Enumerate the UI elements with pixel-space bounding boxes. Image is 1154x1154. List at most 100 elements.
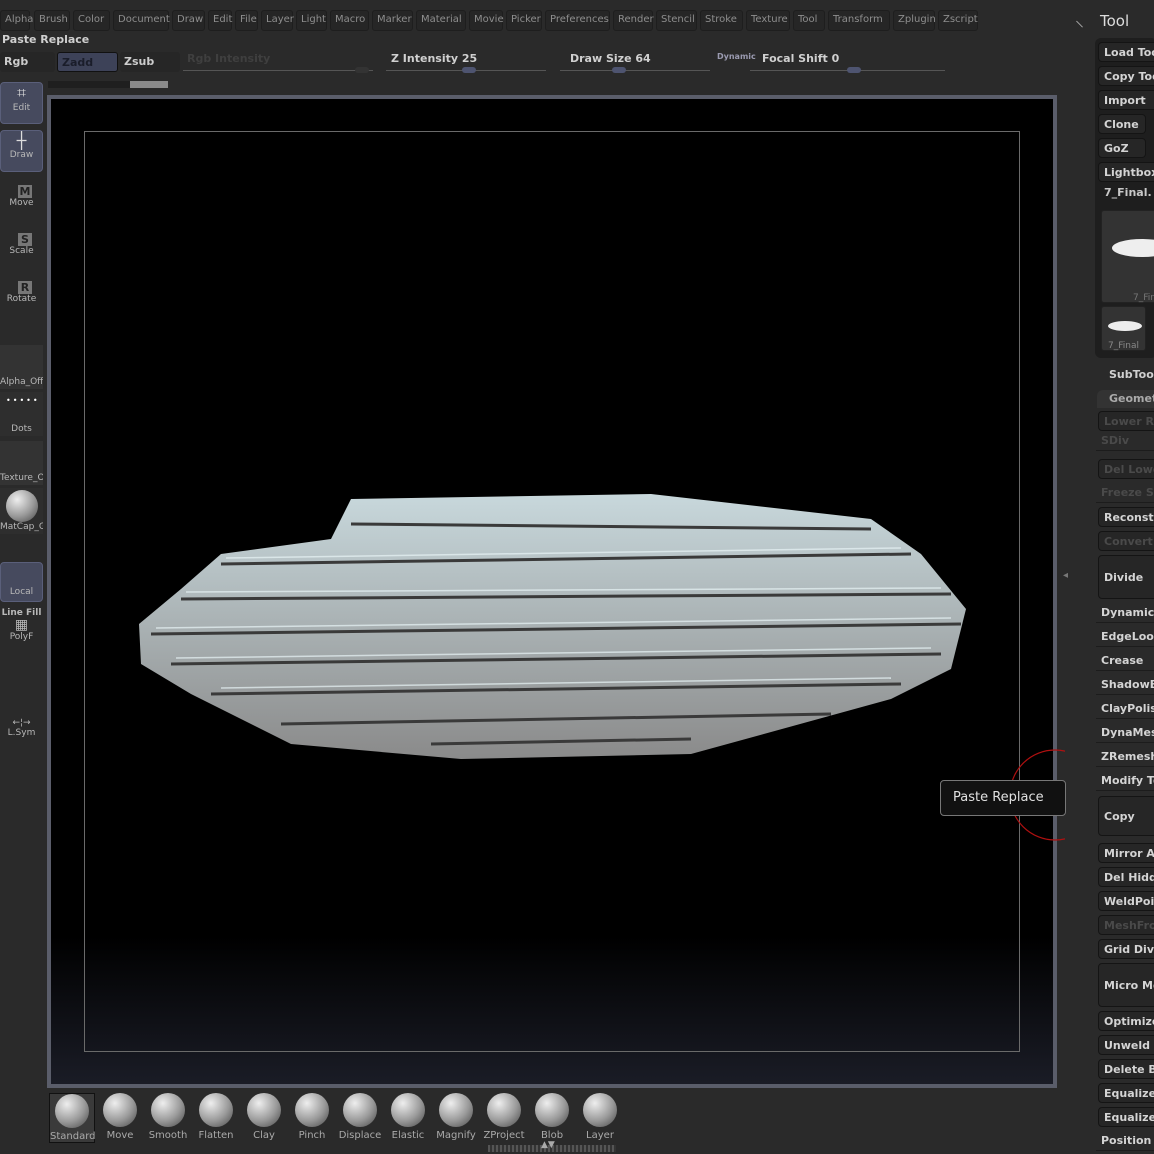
geometry-divide[interactable]: Divide	[1098, 555, 1154, 599]
menu-zplugin[interactable]: Zplugin	[893, 10, 936, 31]
menu-material[interactable]: Material	[416, 10, 466, 31]
viewport[interactable]	[47, 95, 1057, 1088]
brush-blob[interactable]: Blob	[529, 1093, 575, 1141]
rotate-button[interactable]: R Rotate	[0, 281, 43, 304]
tool-thumbnail-large[interactable]: 7_Final	[1101, 210, 1154, 303]
local-button[interactable]: Local	[0, 562, 43, 602]
geometry-copy[interactable]: Copy	[1098, 796, 1154, 836]
menu-alpha[interactable]: Alpha	[0, 10, 33, 31]
menu-render[interactable]: Render	[613, 10, 654, 31]
menu-preferences[interactable]: Preferences	[545, 10, 610, 31]
brush-standard[interactable]: Standard	[49, 1093, 96, 1143]
geometry-del-hidden[interactable]: Del Hidden	[1098, 867, 1154, 887]
geometry-edgeloop[interactable]: EdgeLoop	[1096, 627, 1154, 647]
brush-clay[interactable]: Clay	[241, 1093, 287, 1141]
brush-displace[interactable]: Displace	[337, 1093, 383, 1141]
brush-magnify[interactable]: Magnify	[433, 1093, 479, 1141]
polyf-label: PolyF	[9, 632, 34, 642]
draw-size-slider[interactable]	[560, 67, 710, 73]
geometry-zremesher[interactable]: ZRemesher	[1096, 747, 1154, 767]
menu-layer[interactable]: Layer	[261, 10, 294, 31]
alpha-selector[interactable]: Alpha_Off	[0, 345, 43, 389]
menu-texture[interactable]: Texture	[746, 10, 790, 31]
geometry-equalize[interactable]: Equalize	[1098, 1107, 1154, 1127]
tool-name: 7_Final.	[1104, 186, 1152, 199]
brush-zproject[interactable]: ZProject	[481, 1093, 527, 1141]
geometry-position[interactable]: Position	[1096, 1131, 1154, 1151]
menu-color[interactable]: Color	[73, 10, 110, 31]
geometry-shadowbox[interactable]: ShadowBox	[1096, 675, 1154, 695]
brush-flatten[interactable]: Flatten	[193, 1093, 239, 1141]
draw-button[interactable]: ┼ Draw	[0, 130, 43, 172]
copy-tool-button[interactable]: Copy Tool	[1098, 66, 1154, 86]
geometry-unweld-groups[interactable]: Unweld Groups	[1098, 1035, 1154, 1055]
menu-brush[interactable]: Brush	[34, 10, 70, 31]
menu-light[interactable]: Light	[296, 10, 327, 31]
focal-shift-slider[interactable]	[750, 67, 945, 73]
rgb-intensity-slider[interactable]	[183, 67, 373, 73]
brush-smooth-icon	[151, 1093, 185, 1127]
geometry-equalize[interactable]: Equalize	[1098, 1083, 1154, 1103]
geometry-mirror-and-weld[interactable]: Mirror And Weld	[1098, 843, 1154, 863]
geometry-claypolish[interactable]: ClayPolish	[1096, 699, 1154, 719]
menu-file[interactable]: File	[235, 10, 258, 31]
geometry-grid-divide[interactable]: Grid Divide	[1098, 939, 1154, 959]
edit-button[interactable]: ⌗ Edit	[0, 82, 43, 124]
menu-macro[interactable]: Macro	[330, 10, 369, 31]
menu-transform[interactable]: Transform	[828, 10, 890, 31]
menu-marker[interactable]: Marker	[372, 10, 413, 31]
brush-smooth[interactable]: Smooth	[145, 1093, 191, 1141]
geometry-micro-mesh[interactable]: Micro Mesh	[1098, 963, 1154, 1007]
menu-document[interactable]: Document	[113, 10, 170, 31]
geometry-modify-topology[interactable]: Modify Topology	[1096, 771, 1154, 791]
move-label: Move	[9, 198, 34, 208]
subtool-header[interactable]: SubTool	[1109, 368, 1154, 381]
menu-stencil[interactable]: Stencil	[656, 10, 697, 31]
load-tool-button[interactable]: Load Tool	[1098, 42, 1154, 62]
tool-thumbnail-small[interactable]: 7_Final	[1101, 306, 1146, 351]
texture-selector[interactable]: Texture_Off	[0, 441, 43, 485]
geometry-optimize[interactable]: Optimize	[1098, 1011, 1154, 1031]
tool-palette-title[interactable]: Tool	[1100, 12, 1129, 30]
brush-flatten-icon	[199, 1093, 233, 1127]
brush-magnify-icon	[439, 1093, 473, 1127]
menu-tool[interactable]: Tool	[793, 10, 825, 31]
zsub-button[interactable]: Zsub	[120, 52, 180, 72]
rotate-icon: R	[18, 281, 32, 294]
geometry-reconstruct[interactable]: Reconstruct	[1098, 507, 1154, 527]
import-button[interactable]: Import	[1098, 90, 1154, 110]
geometry-header[interactable]: Geometry	[1097, 390, 1154, 408]
material-selector[interactable]: MatCap_GREY	[0, 488, 43, 534]
zadd-button[interactable]: Zadd	[57, 52, 118, 72]
clone-button[interactable]: Clone	[1098, 114, 1146, 134]
geometry-weldpoints[interactable]: WeldPoints	[1098, 891, 1154, 911]
menu-edit[interactable]: Edit	[208, 10, 232, 31]
geometry-delete-by-symmetry[interactable]: Delete By Symmetry	[1098, 1059, 1154, 1079]
panel-collapse-icon[interactable]: ◂	[1063, 570, 1068, 581]
brush-move[interactable]: Move	[97, 1093, 143, 1141]
z-intensity-slider[interactable]	[386, 67, 546, 73]
geometry-dynamesh[interactable]: DynaMesh	[1096, 723, 1154, 743]
menu-movie[interactable]: Movie	[469, 10, 504, 31]
move-button[interactable]: M Move	[0, 185, 43, 208]
dynamic-toggle[interactable]: Dynamic	[717, 52, 756, 61]
menu-zscript[interactable]: Zscript	[938, 10, 978, 31]
brush-layer[interactable]: Layer	[577, 1093, 623, 1141]
brush-elastic[interactable]: Elastic	[385, 1093, 431, 1141]
brush-elastic-icon	[391, 1093, 425, 1127]
menu-stroke[interactable]: Stroke	[700, 10, 743, 31]
menu-picker[interactable]: Picker	[506, 10, 542, 31]
scale-button[interactable]: S Scale	[0, 233, 43, 256]
geometry-dynamic[interactable]: Dynamic	[1096, 603, 1154, 623]
lightbox-button[interactable]: Lightbox	[1098, 162, 1154, 182]
lsym-button[interactable]: ←¦→ L.Sym	[0, 718, 43, 738]
polyf-button[interactable]: Line Fill ▦ PolyF	[0, 608, 43, 642]
menu-draw[interactable]: Draw	[172, 10, 205, 31]
geometry-crease[interactable]: Crease	[1096, 651, 1154, 671]
brush-displace-icon	[343, 1093, 377, 1127]
rgb-button[interactable]: Rgb	[0, 52, 55, 72]
stroke-selector[interactable]: ••••• Dots	[0, 392, 43, 436]
goz-button[interactable]: GoZ	[1098, 138, 1146, 158]
brush-pinch[interactable]: Pinch	[289, 1093, 335, 1141]
shelf-arrows-icon[interactable]: ▲▼	[541, 1140, 555, 1150]
